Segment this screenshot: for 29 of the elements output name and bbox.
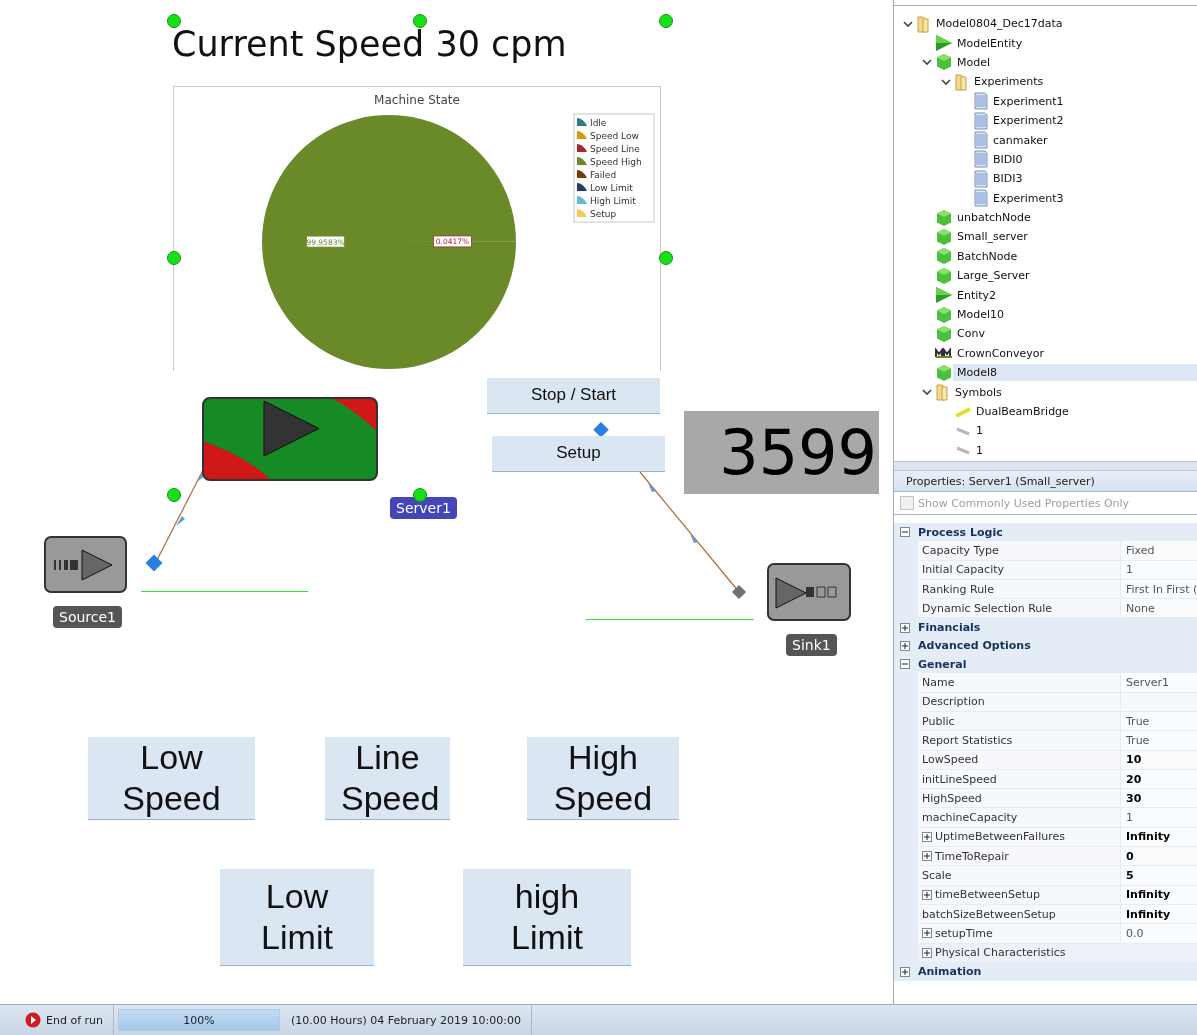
property-name: Physical Characteristics: [918, 943, 1121, 962]
status-time: (10.00 Hours) 04 February 2019 10:00:00: [287, 1005, 532, 1035]
legend-label: Speed High: [590, 157, 642, 167]
progress-bar: 100%: [117, 1009, 280, 1031]
property-value: True: [1121, 731, 1197, 750]
legend-label: Setup: [590, 209, 617, 219]
property-value: 0.0: [1121, 924, 1197, 943]
property-value: 30: [1121, 789, 1197, 808]
chart-title: Machine State: [374, 93, 460, 107]
legend-label: Idle: [590, 118, 607, 128]
legend-label: High Limit: [590, 196, 637, 206]
property-value: 5: [1121, 866, 1197, 885]
legend-label: Speed Low: [590, 131, 639, 141]
property-name: Description: [918, 692, 1121, 711]
canvas-title: Current Speed 30 cpm: [172, 24, 567, 64]
property-value: None: [1121, 599, 1197, 618]
property-value: 0: [1121, 847, 1197, 866]
property-value: Server1: [1121, 673, 1197, 692]
node-label: Sink1: [786, 634, 837, 656]
panel-title: Properties: Server1 (Small_server): [894, 471, 1197, 492]
node-label: Source1: [53, 606, 122, 628]
counter-display: 3599: [684, 411, 879, 494]
legend-label: Low Limit: [590, 183, 634, 193]
status-text: End of run: [46, 1013, 103, 1027]
node-label: Server1: [390, 497, 457, 519]
legend-label: Failed: [590, 170, 617, 180]
legend-label: Speed Line: [590, 144, 641, 154]
property-value: Fixed: [1121, 541, 1197, 560]
property-value: 1: [1121, 808, 1197, 827]
